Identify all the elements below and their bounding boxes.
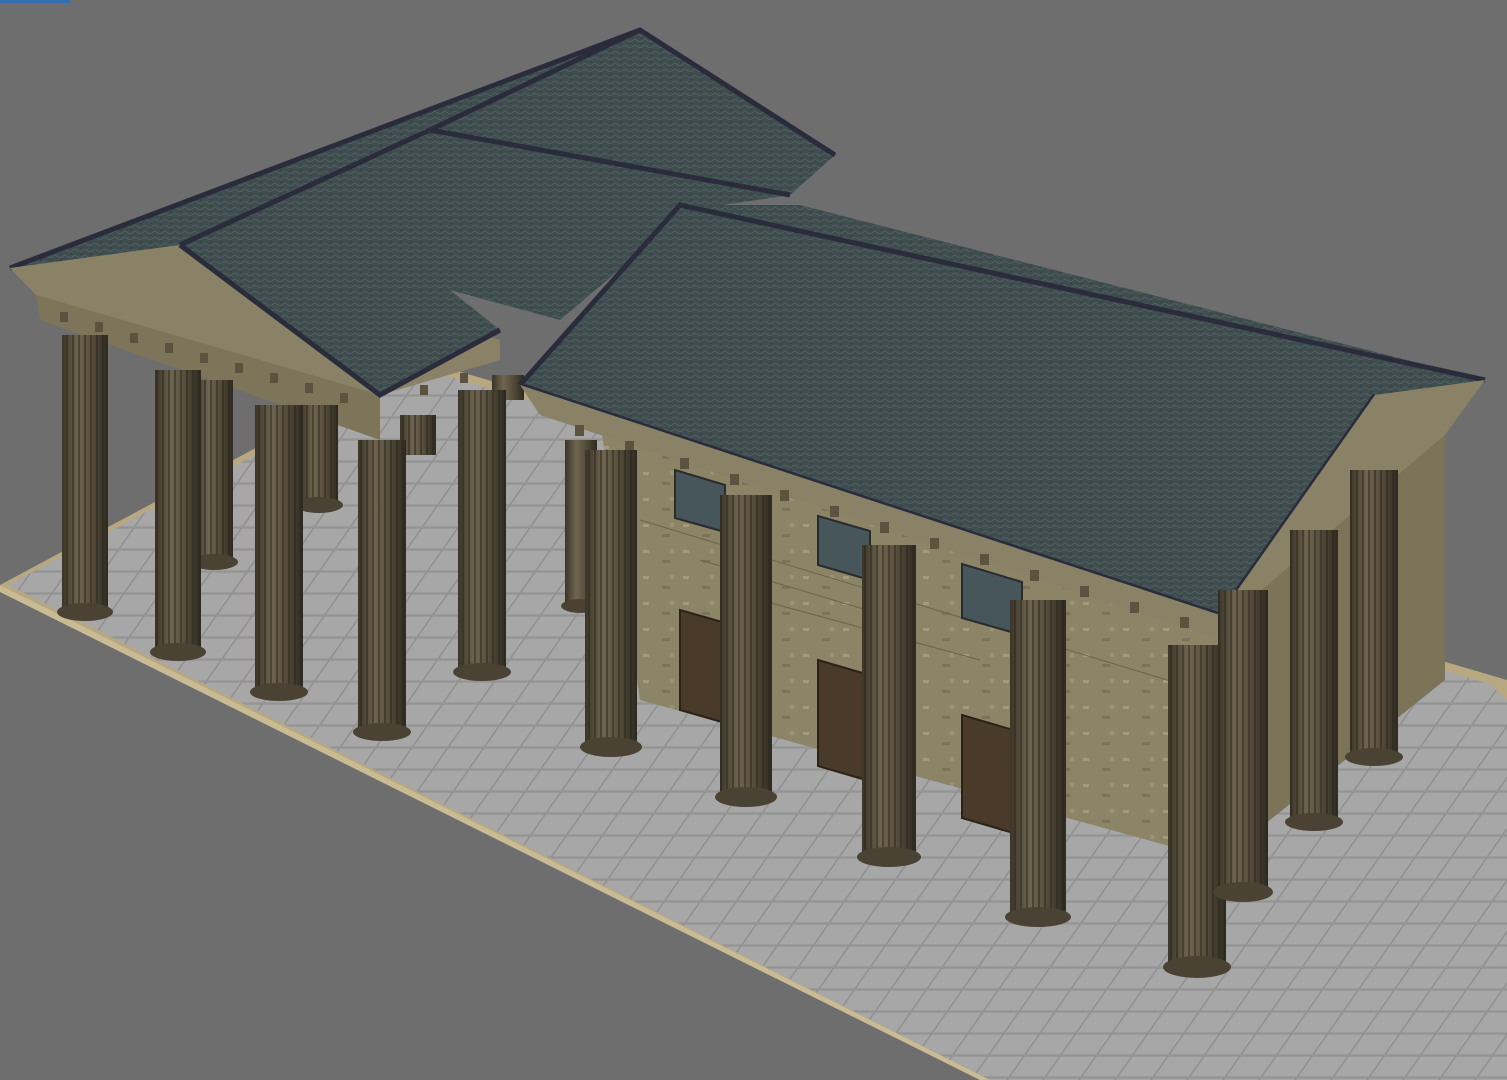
column: [1005, 600, 1071, 927]
column: [250, 405, 308, 701]
shutter: [679, 608, 723, 724]
temple-model-render: [0, 27, 1507, 1080]
column: [1213, 590, 1273, 902]
shutter: [817, 658, 867, 782]
column: [1285, 530, 1343, 831]
column: [580, 450, 642, 757]
column: [150, 370, 206, 661]
column: [857, 545, 921, 867]
3d-viewport[interactable]: [0, 0, 1507, 1080]
column: [353, 440, 411, 741]
column: [453, 390, 511, 681]
column: [715, 495, 777, 807]
column: [57, 335, 113, 621]
column: [1345, 470, 1403, 766]
